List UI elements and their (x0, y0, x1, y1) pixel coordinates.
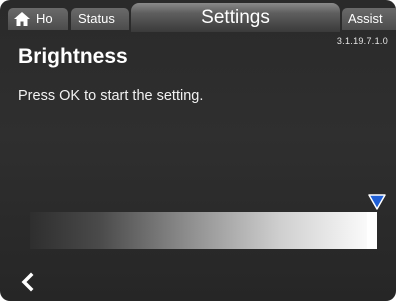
home-icon (14, 12, 30, 26)
tab-home[interactable]: Ho (8, 8, 68, 30)
brightness-slider[interactable] (30, 212, 377, 249)
tab-status[interactable]: Status (71, 8, 129, 30)
tab-bar: Ho Status Settings Assist (0, 0, 396, 32)
tab-assist[interactable]: Assist (342, 8, 396, 30)
instruction-text: Press OK to start the setting. (18, 88, 204, 104)
tab-assist-label: Assist (348, 11, 383, 26)
menu-number: 3.1.19.7.1.0 (336, 36, 388, 46)
tab-settings-label: Settings (201, 7, 270, 28)
chevron-left-icon (21, 272, 34, 292)
slider-end (367, 212, 377, 249)
back-button[interactable] (16, 271, 40, 293)
tab-status-label: Status (78, 11, 115, 26)
triangle-down-marker-icon (368, 194, 386, 210)
settings-screen: Ho Status Settings Assist 3.1.19.7.1.0 B… (0, 0, 396, 301)
tab-home-label: Ho (36, 11, 53, 26)
tab-settings[interactable]: Settings (131, 3, 340, 32)
page-title: Brightness (18, 45, 128, 68)
